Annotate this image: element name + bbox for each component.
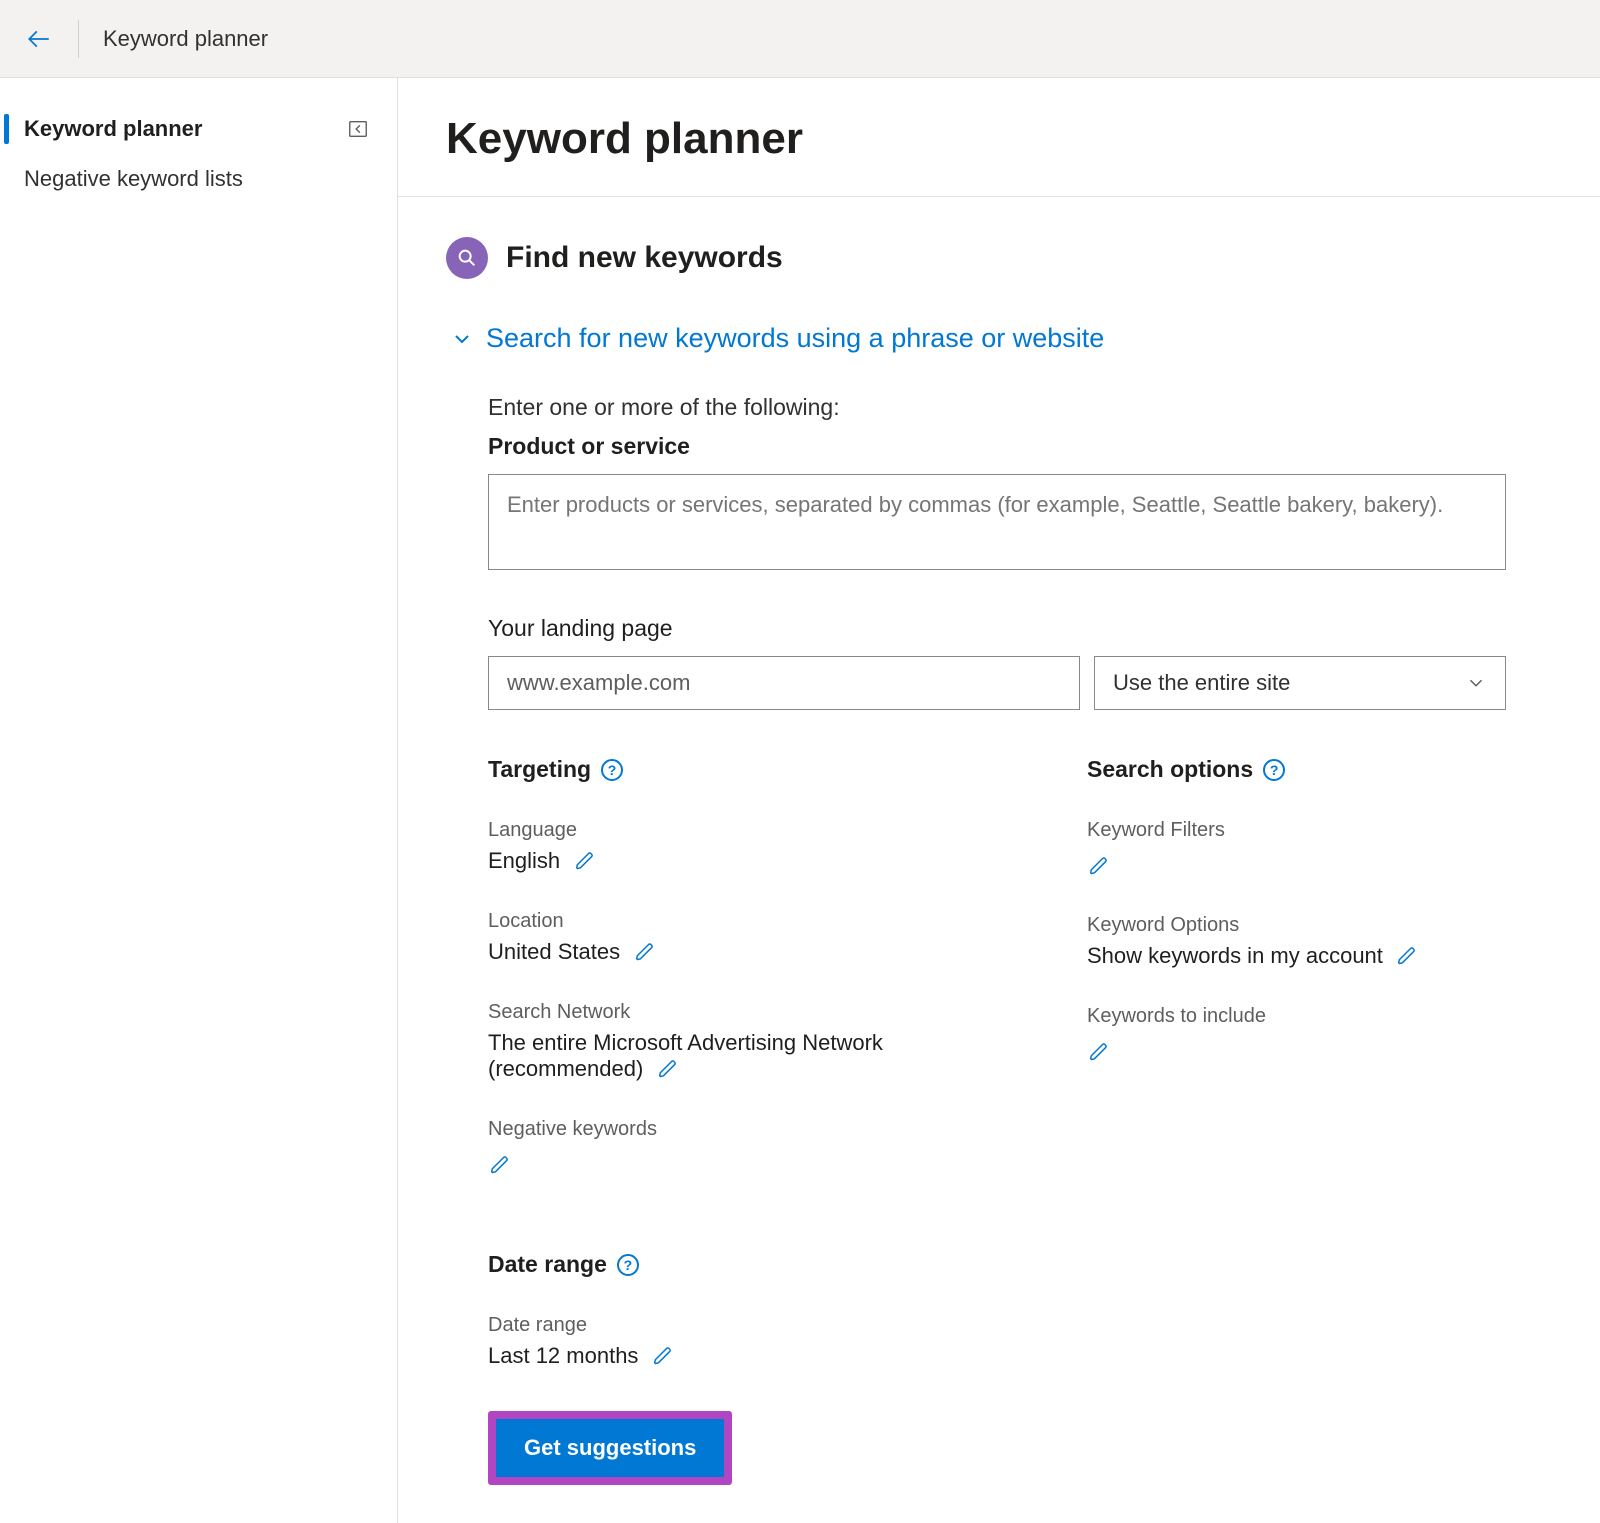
main: Keyword planner Find new keywords Search… bbox=[398, 78, 1600, 1523]
topbar-divider bbox=[78, 20, 79, 58]
setting-negative-keywords: Negative keywords bbox=[488, 1118, 907, 1177]
sidebar: Keyword planner Negative keyword lists bbox=[0, 78, 398, 1523]
setting-label: Keyword Filters bbox=[1087, 819, 1506, 842]
landing-page-input[interactable] bbox=[488, 656, 1080, 710]
search-options-heading: Search options ? bbox=[1087, 756, 1506, 783]
sidebar-item-label: Keyword planner bbox=[24, 116, 202, 142]
edit-icon[interactable] bbox=[633, 940, 657, 964]
edit-icon[interactable] bbox=[656, 1057, 680, 1081]
product-service-input[interactable] bbox=[488, 474, 1506, 570]
collapse-panel-icon[interactable] bbox=[347, 118, 369, 140]
edit-icon[interactable] bbox=[1087, 1040, 1111, 1064]
setting-label: Negative keywords bbox=[488, 1118, 907, 1141]
topbar: Keyword planner bbox=[0, 0, 1600, 78]
edit-icon[interactable] bbox=[1087, 854, 1111, 878]
setting-label: Location bbox=[488, 910, 907, 933]
setting-label: Language bbox=[488, 819, 907, 842]
help-icon[interactable]: ? bbox=[1263, 759, 1285, 781]
cta-highlight: Get suggestions bbox=[488, 1411, 732, 1485]
setting-keyword-options: Keyword Options Show keywords in my acco… bbox=[1087, 914, 1506, 969]
get-suggestions-button[interactable]: Get suggestions bbox=[496, 1419, 724, 1477]
topbar-title: Keyword planner bbox=[103, 26, 268, 52]
setting-value: Last 12 months bbox=[488, 1343, 638, 1368]
sidebar-item-label: Negative keyword lists bbox=[24, 166, 243, 192]
edit-icon[interactable] bbox=[1395, 944, 1419, 968]
setting-date-range: Date range Last 12 months bbox=[488, 1314, 1506, 1369]
sidebar-item-keyword-planner[interactable]: Keyword planner bbox=[0, 104, 397, 154]
chevron-down-icon bbox=[1465, 672, 1487, 694]
date-range-section: Date range ? Date range Last 12 months bbox=[488, 1251, 1506, 1369]
setting-value: The entire Microsoft Advertising Network… bbox=[488, 1030, 883, 1081]
targeting-column: Targeting ? Language English bbox=[488, 756, 907, 1213]
targeting-heading: Targeting ? bbox=[488, 756, 907, 783]
help-icon[interactable]: ? bbox=[617, 1254, 639, 1276]
page-title: Keyword planner bbox=[446, 114, 1552, 164]
setting-search-network: Search Network The entire Microsoft Adve… bbox=[488, 1001, 907, 1082]
chevron-down-icon bbox=[450, 327, 474, 351]
edit-icon[interactable] bbox=[488, 1153, 512, 1177]
date-range-heading: Date range ? bbox=[488, 1251, 1506, 1278]
help-icon[interactable]: ? bbox=[601, 759, 623, 781]
landing-page-label: Your landing page bbox=[488, 615, 1506, 642]
setting-label: Search Network bbox=[488, 1001, 907, 1024]
site-scope-selected: Use the entire site bbox=[1113, 670, 1290, 696]
section-header: Find new keywords bbox=[446, 237, 1552, 279]
setting-language: Language English bbox=[488, 819, 907, 874]
page-header: Keyword planner bbox=[398, 78, 1600, 197]
setting-label: Date range bbox=[488, 1314, 1506, 1337]
expander-label: Search for new keywords using a phrase o… bbox=[486, 323, 1104, 354]
setting-label: Keywords to include bbox=[1087, 1005, 1506, 1028]
setting-value: Show keywords in my account bbox=[1087, 943, 1383, 968]
section-title: Find new keywords bbox=[506, 241, 783, 275]
search-options-column: Search options ? Keyword Filters bbox=[1087, 756, 1506, 1213]
setting-label: Keyword Options bbox=[1087, 914, 1506, 937]
sidebar-item-negative-keyword-lists[interactable]: Negative keyword lists bbox=[0, 154, 397, 204]
site-scope-select[interactable]: Use the entire site bbox=[1094, 656, 1506, 710]
form-intro: Enter one or more of the following: bbox=[488, 394, 1506, 421]
setting-value: English bbox=[488, 848, 560, 873]
setting-keywords-to-include: Keywords to include bbox=[1087, 1005, 1506, 1064]
product-label: Product or service bbox=[488, 433, 1506, 460]
edit-icon[interactable] bbox=[573, 849, 597, 873]
back-icon[interactable] bbox=[24, 24, 54, 54]
setting-location: Location United States bbox=[488, 910, 907, 965]
edit-icon[interactable] bbox=[651, 1344, 675, 1368]
setting-keyword-filters: Keyword Filters bbox=[1087, 819, 1506, 878]
setting-value: United States bbox=[488, 939, 620, 964]
search-icon bbox=[446, 237, 488, 279]
expander-search-new-keywords[interactable]: Search for new keywords using a phrase o… bbox=[450, 323, 1552, 354]
